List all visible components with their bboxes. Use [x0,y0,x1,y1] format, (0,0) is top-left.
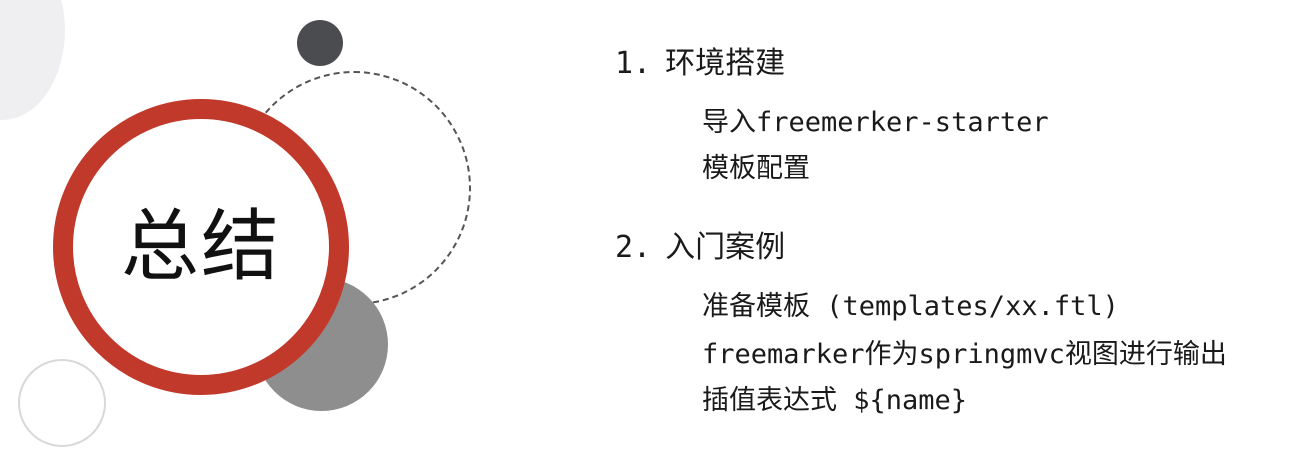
list-item: 导入freemerker-starter [702,107,1049,138]
list-item: 模板配置 [702,153,810,184]
section-number: 2. [615,230,652,265]
page-title: 总结 [120,202,281,292]
section-number: 1. [615,46,652,81]
section-heading-2: 2. 入门案例 [615,222,785,266]
decorative-circle-outline [18,359,106,447]
decorative-circle-dark [297,20,343,66]
section-heading-text: 环境搭建 [665,46,786,81]
section-heading-1: 1. 环境搭建 [615,38,785,82]
section-heading-text: 入门案例 [665,230,786,265]
list-item: 准备模板 (templates/xx.ftl) [702,291,1119,322]
list-item: freemarker作为springmvc视图进行输出 [702,339,1227,370]
title-circle: 总结 [53,99,349,395]
decorative-circle-light [0,0,65,120]
slide: 总结 1. 环境搭建 导入freemerker-starter 模板配置 2. 入门… [0,0,1308,453]
list-item: 插值表达式 ${name} [702,385,968,416]
